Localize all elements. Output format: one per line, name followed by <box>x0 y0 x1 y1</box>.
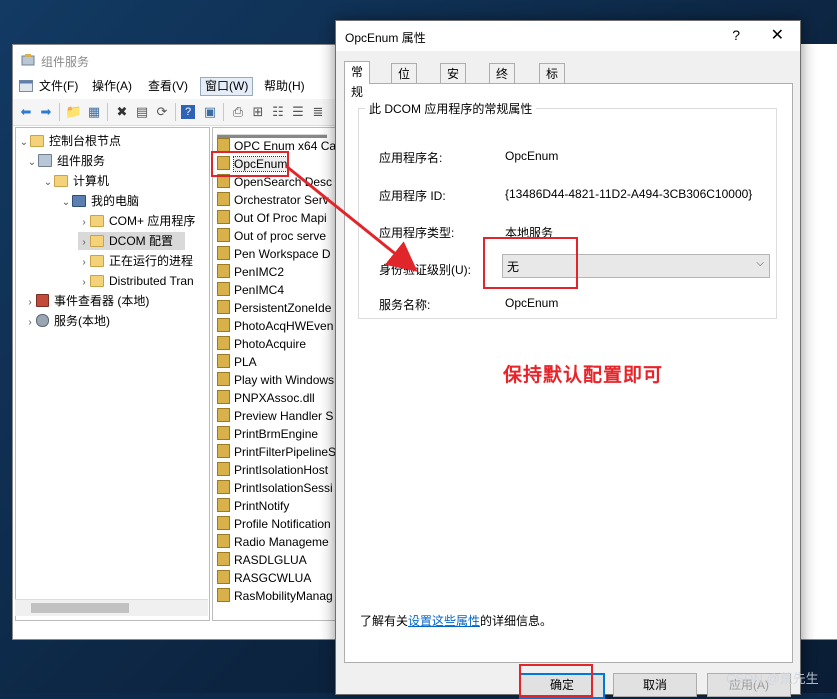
tab-general[interactable]: 常规 <box>344 61 371 99</box>
annotation-text: 保持默认配置即可 <box>503 365 664 386</box>
annotation-arrow <box>285 164 418 272</box>
watermark: CSDN @荒先生 <box>726 671 819 686</box>
